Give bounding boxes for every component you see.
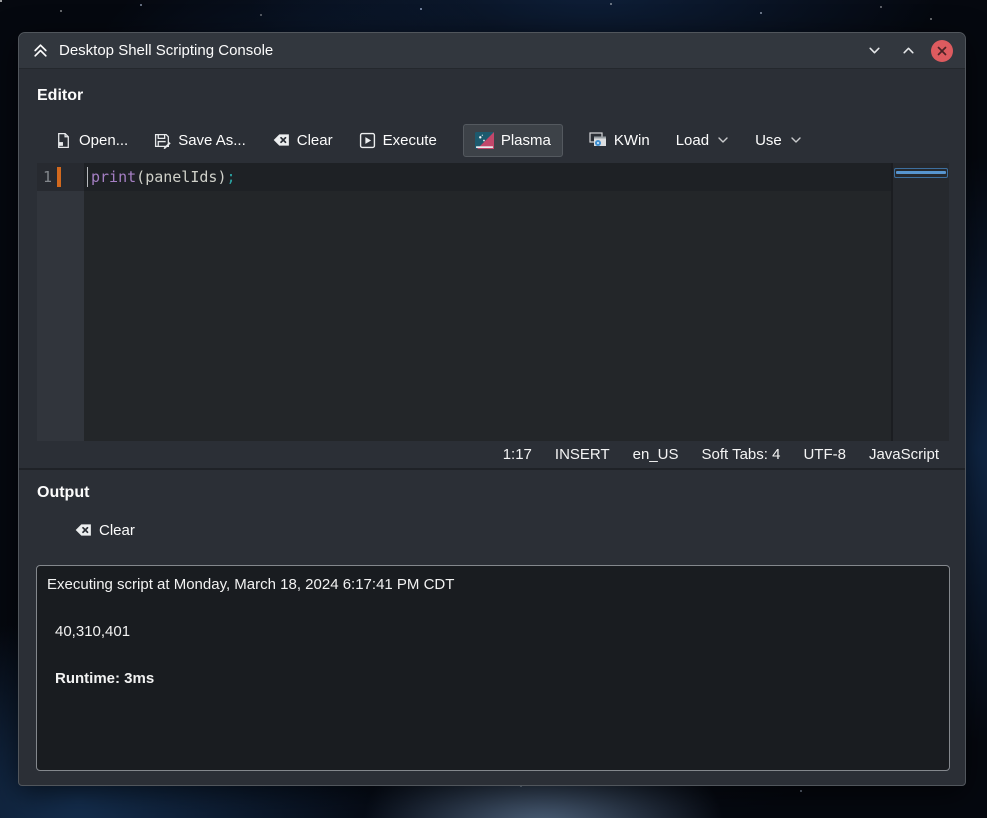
editor-statusbar: 1:17 INSERT en_US Soft Tabs: 4 UTF-8 Jav…: [19, 441, 965, 470]
open-file-icon: [55, 132, 72, 149]
plasma-logo-icon: [475, 131, 494, 150]
code-token: ): [217, 168, 226, 186]
save-as-button[interactable]: Save As...: [154, 132, 246, 149]
maximize-button[interactable]: [895, 38, 921, 64]
code-token: print: [91, 168, 136, 186]
open-button[interactable]: Open...: [55, 132, 128, 149]
code-token: panelIds: [145, 168, 217, 186]
clear-editor-label: Clear: [297, 132, 333, 149]
keep-above-icon[interactable]: [32, 42, 49, 59]
output-heading: Output: [19, 470, 89, 502]
save-as-button-label: Save As...: [178, 132, 246, 149]
window-title: Desktop Shell Scripting Console: [59, 42, 273, 59]
editor-minimap-scrollbar[interactable]: [891, 163, 949, 441]
output-result: 40,310,401: [55, 622, 939, 641]
output-toolbar: Clear: [74, 521, 135, 539]
plasma-mode-button[interactable]: Plasma: [463, 124, 563, 157]
titlebar[interactable]: Desktop Shell Scripting Console: [19, 33, 965, 69]
code-editor[interactable]: 1 print(panelIds);: [37, 163, 949, 441]
use-menu-button[interactable]: Use: [755, 132, 802, 149]
output-view: Executing script at Monday, March 18, 20…: [36, 565, 950, 771]
editor-heading: Editor: [19, 69, 965, 105]
save-as-icon: [154, 132, 171, 149]
output-runtime: Runtime: 3ms: [55, 669, 939, 688]
code-line: print(panelIds);: [84, 163, 891, 191]
dictionary-status[interactable]: en_US: [633, 446, 679, 463]
load-menu-button[interactable]: Load: [676, 132, 729, 149]
wallpaper-stars: [0, 0, 2, 2]
line-number: 1: [37, 163, 52, 191]
kwin-mode-button[interactable]: KWin: [589, 131, 650, 149]
minimap-code-line: [896, 171, 946, 174]
code-text-area[interactable]: print(panelIds);: [84, 163, 891, 441]
clear-editor-button[interactable]: Clear: [272, 131, 333, 149]
kwin-windows-icon: [589, 131, 607, 149]
editor-gutter[interactable]: 1: [37, 163, 84, 441]
backspace-clear-icon: [74, 521, 92, 539]
tab-mode-status[interactable]: Soft Tabs: 4: [702, 446, 781, 463]
backspace-clear-icon: [272, 131, 290, 149]
clear-output-label: Clear: [99, 522, 135, 539]
chevron-down-icon: [717, 136, 729, 144]
use-menu-label: Use: [755, 132, 782, 149]
open-button-label: Open...: [79, 132, 128, 149]
output-timestamp: Executing script at Monday, March 18, 20…: [47, 575, 939, 594]
execute-play-icon: [359, 132, 376, 149]
plasma-button-label: Plasma: [501, 132, 551, 149]
minimize-button[interactable]: [861, 38, 887, 64]
syntax-mode-status[interactable]: JavaScript: [869, 446, 939, 463]
load-menu-label: Load: [676, 132, 709, 149]
minimap-view-indicator: [894, 168, 948, 178]
clear-output-button[interactable]: Clear: [74, 521, 135, 539]
close-button[interactable]: [931, 40, 953, 62]
chevron-down-icon: [790, 136, 802, 144]
modified-line-marker: [57, 167, 61, 187]
text-cursor: [87, 167, 88, 187]
cursor-position-status[interactable]: 1:17: [503, 446, 532, 463]
scripting-console-window: Desktop Shell Scripting Console Editor: [18, 32, 966, 786]
code-token: (: [136, 168, 145, 186]
code-token: ;: [226, 168, 235, 186]
input-mode-status[interactable]: INSERT: [555, 446, 610, 463]
encoding-status[interactable]: UTF-8: [803, 446, 846, 463]
gutter-current-line: 1: [37, 163, 84, 191]
execute-button[interactable]: Execute: [359, 132, 437, 149]
editor-toolbar: Open... Save As...: [55, 121, 965, 159]
execute-button-label: Execute: [383, 132, 437, 149]
kwin-button-label: KWin: [614, 132, 650, 149]
